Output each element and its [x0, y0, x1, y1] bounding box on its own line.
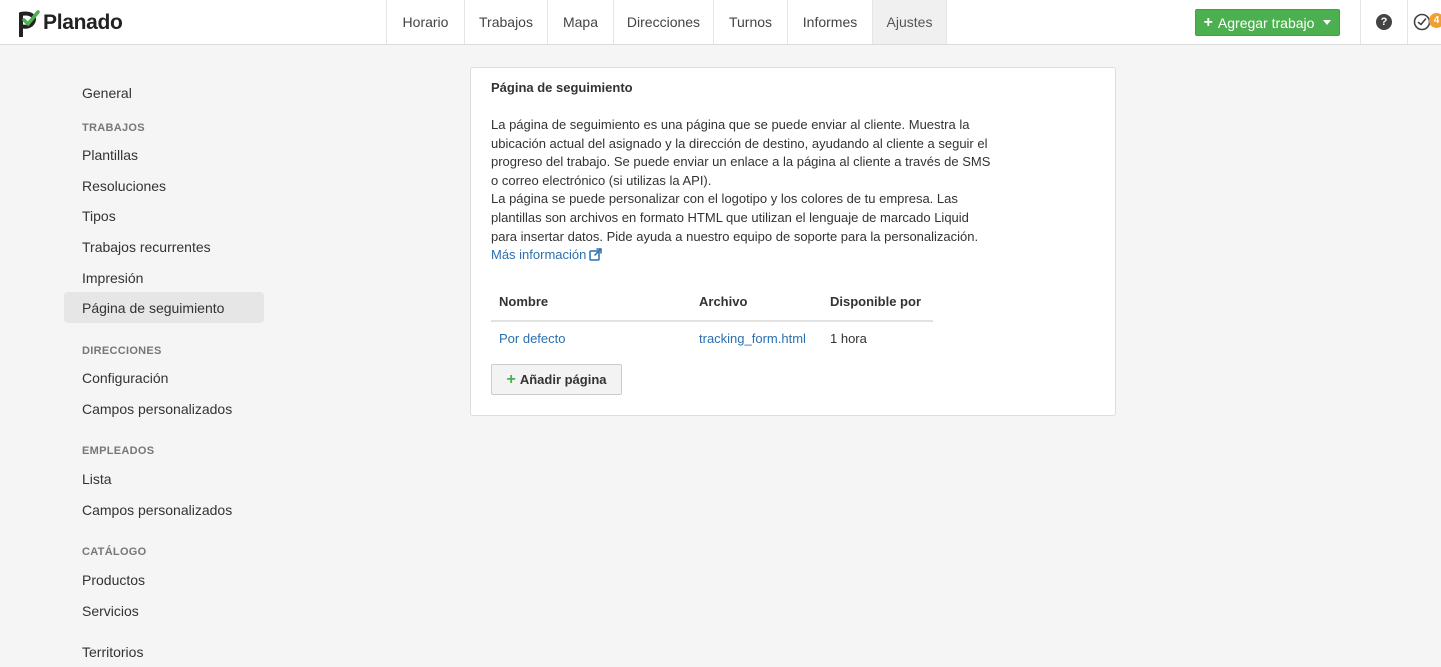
more-info-link-label: Más información: [491, 247, 587, 263]
nav-item-horario[interactable]: Horario: [386, 0, 464, 44]
plus-icon: +: [506, 370, 516, 388]
tracking-page-panel: Página de seguimiento La página de segui…: [470, 67, 1116, 416]
add-job-label: Agregar trabajo: [1217, 14, 1315, 31]
sidebar-section-header-trabajos: TRABAJOS: [82, 122, 145, 134]
logo-text: Planado: [43, 11, 123, 34]
sidebar-section-header-direcciones: DIRECCIONES: [82, 345, 162, 357]
help-icon[interactable]: ?: [1376, 14, 1392, 30]
column-header-nombre: Nombre: [499, 294, 549, 309]
external-link-icon: [589, 248, 603, 261]
sidebar-item-campos-personalizados-empleados[interactable]: Campos personalizados: [64, 494, 264, 525]
sidebar-section-header-empleados: EMPLEADOS: [82, 445, 155, 457]
sidebar-item-servicios[interactable]: Servicios: [64, 595, 264, 626]
column-header-disponible-por: Disponible por: [830, 294, 921, 309]
column-header-archivo: Archivo: [699, 294, 748, 309]
sidebar-item-territorios[interactable]: Territorios: [64, 636, 264, 667]
sidebar-item-lista[interactable]: Lista: [64, 463, 264, 494]
panel-title: Página de seguimiento: [491, 80, 633, 95]
panel-description: La página de seguimiento es una página q…: [491, 116, 996, 265]
caret-down-icon: [1323, 20, 1332, 25]
nav-item-informes[interactable]: Informes: [787, 0, 872, 44]
nav-item-trabajos[interactable]: Trabajos: [464, 0, 547, 44]
sidebar-item-campos-personalizados-direcciones[interactable]: Campos personalizados: [64, 393, 264, 424]
main-nav: Horario Trabajos Mapa Direcciones Turnos…: [386, 0, 947, 44]
sidebar-item-resoluciones[interactable]: Resoluciones: [64, 170, 264, 201]
sidebar-item-plantillas[interactable]: Plantillas: [64, 139, 264, 170]
toolbar-divider: [1407, 0, 1408, 44]
sidebar-item-tipos[interactable]: Tipos: [64, 200, 264, 231]
more-info-link[interactable]: Más información: [491, 247, 603, 263]
nav-item-turnos[interactable]: Turnos: [713, 0, 787, 44]
planado-logo-icon: [19, 9, 40, 37]
row-file-link[interactable]: tracking_form.html: [699, 331, 806, 346]
table-row: Por defecto tracking_form.html 1 hora: [491, 322, 933, 356]
sidebar-item-productos[interactable]: Productos: [64, 564, 264, 595]
description-paragraph-2-text: La página se puede personalizar con el l…: [491, 191, 979, 244]
sidebar-section-header-catalogo: CATÁLOGO: [82, 546, 147, 558]
toolbar-divider: [1360, 0, 1361, 44]
plus-icon: +: [1203, 13, 1213, 31]
add-job-button[interactable]: + Agregar trabajo: [1195, 9, 1340, 36]
nav-item-ajustes[interactable]: Ajustes: [872, 0, 947, 44]
sidebar-item-general[interactable]: General: [64, 77, 264, 108]
tasks-count-badge: 4: [1429, 13, 1441, 28]
sidebar-item-pagina-de-seguimiento[interactable]: Página de seguimiento: [64, 292, 264, 323]
nav-item-direcciones[interactable]: Direcciones: [613, 0, 713, 44]
description-paragraph-2: La página se puede personalizar con el l…: [491, 190, 996, 264]
table-header-row: Nombre Archivo Disponible por: [491, 290, 933, 322]
sidebar-item-impresion[interactable]: Impresión: [64, 262, 264, 293]
planado-logo[interactable]: Planado: [18, 9, 123, 37]
row-name-link[interactable]: Por defecto: [499, 331, 566, 346]
description-paragraph-1: La página de seguimiento es una página q…: [491, 117, 991, 188]
row-available-value: 1 hora: [830, 331, 867, 346]
nav-item-mapa[interactable]: Mapa: [547, 0, 613, 44]
sidebar-item-configuracion[interactable]: Configuración: [64, 362, 264, 393]
add-page-label: Añadir página: [519, 372, 607, 387]
add-page-button[interactable]: + Añadir página: [491, 364, 622, 395]
top-bar: Planado Horario Trabajos Mapa Direccione…: [0, 0, 1441, 45]
sidebar-item-trabajos-recurrentes[interactable]: Trabajos recurrentes: [64, 231, 264, 262]
